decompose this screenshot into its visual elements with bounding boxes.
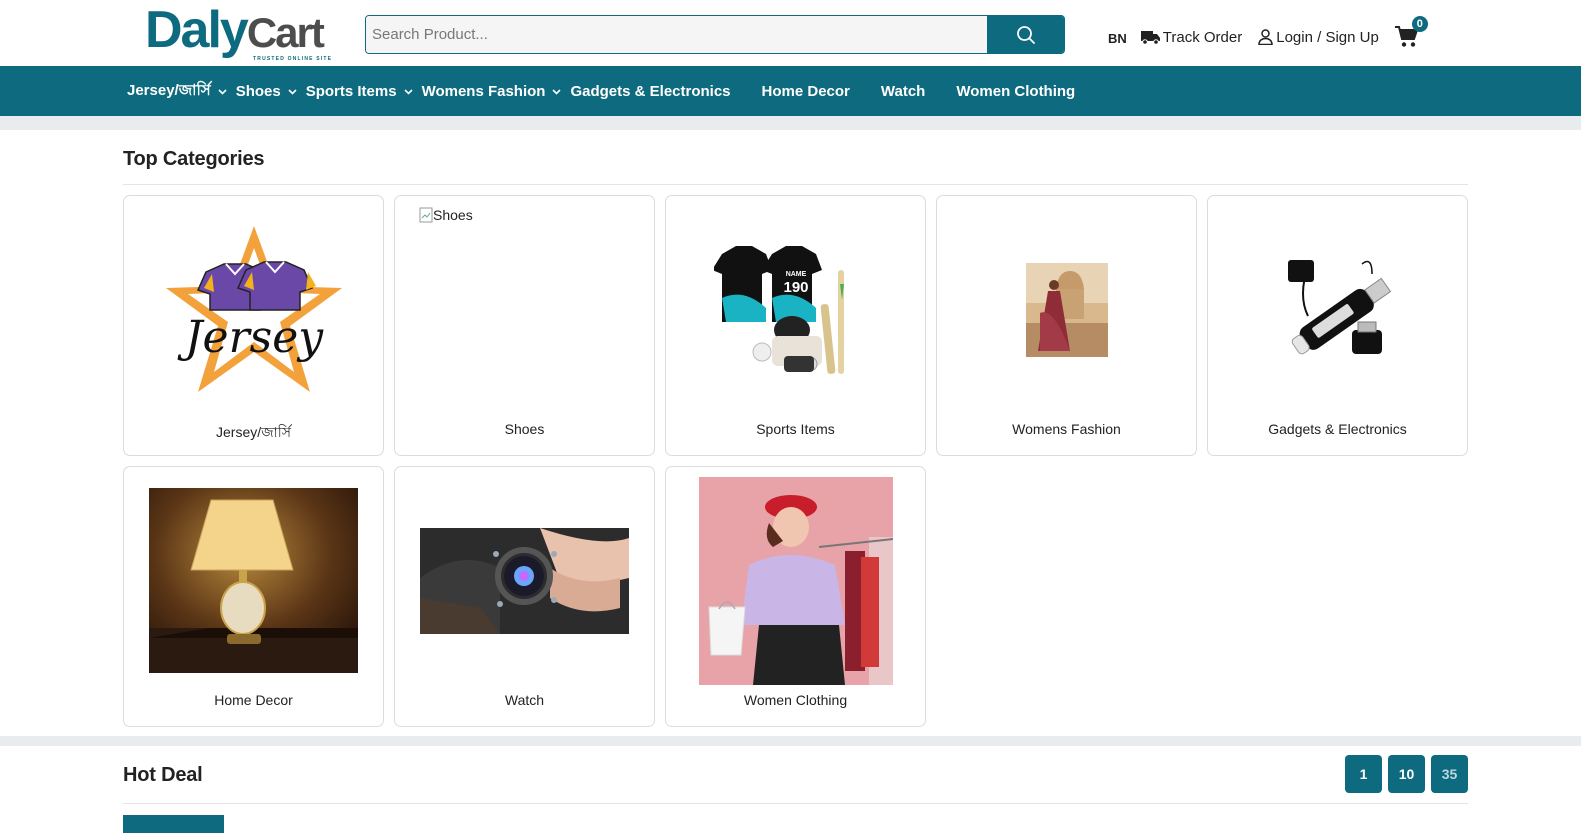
brand-logo[interactable]: DalyCart TRUSTED ONLINE SITE bbox=[145, 1, 345, 62]
nav-item-womens-fashion[interactable]: Womens Fashion bbox=[422, 83, 562, 100]
chevron-down-icon bbox=[552, 89, 562, 95]
gadgets-electronics-image bbox=[1288, 260, 1392, 355]
category-label: Womens Fashion bbox=[1012, 421, 1121, 437]
truck-icon bbox=[1140, 31, 1160, 45]
home-decor-image bbox=[149, 488, 358, 673]
page-button-1[interactable]: 1 bbox=[1345, 755, 1382, 793]
category-label: Shoes bbox=[504, 421, 545, 437]
svg-text:190: 190 bbox=[783, 279, 808, 296]
main-nav: Jersey/জার্সি Shoes Sports Items Womens … bbox=[0, 66, 1581, 116]
nav-item-label: Home Decor bbox=[761, 82, 850, 100]
search-bar bbox=[365, 15, 1065, 54]
nav-item-women-clothing[interactable]: Women Clothing bbox=[956, 83, 1075, 100]
logo-tagline: TRUSTED ONLINE SITE bbox=[253, 56, 333, 62]
nav-item-home-decor[interactable]: Home Decor bbox=[762, 83, 850, 100]
section-divider-band bbox=[0, 116, 1581, 130]
category-card-gadgets-electronics[interactable]: Gadgets & Electronics bbox=[1207, 195, 1468, 456]
nav-item-label: Women Clothing bbox=[956, 82, 1076, 100]
cart-button[interactable]: 0 bbox=[1394, 16, 1428, 51]
nav-item-label: Womens Fashion bbox=[421, 82, 546, 100]
nav-item-label: Sports Items bbox=[305, 82, 397, 100]
category-card-home-decor[interactable]: Home Decor bbox=[123, 466, 384, 727]
nav-item-label: Shoes bbox=[235, 82, 281, 100]
search-input[interactable] bbox=[366, 16, 987, 53]
category-label: Home Decor bbox=[214, 692, 293, 708]
page-button-35[interactable]: 35 bbox=[1431, 755, 1468, 793]
title-rule bbox=[123, 184, 1468, 185]
watch-image bbox=[420, 528, 629, 634]
track-order-label: Track Order bbox=[1162, 28, 1243, 46]
logo-wordmark: DalyCart bbox=[145, 1, 325, 59]
login-link[interactable]: Login / Sign Up bbox=[1258, 29, 1379, 46]
svg-text:Jersey: Jersey bbox=[177, 312, 324, 363]
nav-item-label: Watch bbox=[880, 82, 926, 100]
chevron-down-icon bbox=[218, 89, 227, 95]
search-button[interactable] bbox=[987, 16, 1064, 53]
category-card-sports-items[interactable]: NAME 190 Sports Items bbox=[665, 195, 926, 456]
broken-image-icon bbox=[419, 207, 433, 223]
svg-text:NAME: NAME bbox=[786, 271, 807, 278]
nav-item-gadgets-electronics[interactable]: Gadgets & Electronics bbox=[570, 83, 730, 100]
nav-item-label: Gadgets & Electronics bbox=[570, 82, 731, 100]
track-order-link[interactable]: Track Order bbox=[1140, 28, 1243, 46]
search-icon bbox=[1016, 25, 1035, 44]
hot-deal-tab-indicator bbox=[123, 815, 224, 833]
women-clothing-image bbox=[699, 477, 893, 685]
site-header: DalyCart TRUSTED ONLINE SITE BN Track Or… bbox=[0, 0, 1581, 66]
category-label: Women Clothing bbox=[743, 692, 848, 708]
category-label: Gadgets & Electronics bbox=[1268, 421, 1407, 437]
header-actions: BN Track Order Login / Sign Up 0 bbox=[1108, 16, 1428, 52]
category-card-shoes[interactable]: Shoes Shoes bbox=[394, 195, 655, 456]
nav-item-sports-items[interactable]: Sports Items bbox=[306, 83, 413, 100]
chevron-down-icon bbox=[403, 89, 413, 95]
category-label: Sports Items bbox=[756, 421, 835, 437]
womens-fashion-image bbox=[1026, 263, 1108, 357]
category-card-womens-fashion[interactable]: Womens Fashion bbox=[936, 195, 1197, 456]
jersey-category-image: Jersey bbox=[166, 226, 342, 392]
user-icon bbox=[1258, 29, 1273, 45]
category-label: Jersey/জার্সি bbox=[216, 424, 291, 440]
nav-item-jersey[interactable]: Jersey/জার্সি bbox=[127, 79, 227, 104]
broken-image-placeholder: Shoes bbox=[419, 207, 473, 223]
nav-item-watch[interactable]: Watch bbox=[881, 83, 925, 100]
broken-image-alt-text: Shoes bbox=[433, 207, 473, 223]
top-categories-title: Top Categories bbox=[123, 148, 265, 170]
category-card-jersey[interactable]: Jersey Jersey/জার্সি bbox=[123, 195, 384, 456]
chevron-down-icon bbox=[288, 89, 297, 95]
hot-deal-title: Hot Deal bbox=[123, 764, 203, 786]
nav-item-label: Jersey/জার্সি bbox=[127, 81, 211, 99]
title-rule bbox=[123, 803, 1468, 804]
section-divider-band bbox=[0, 736, 1581, 746]
nav-item-shoes[interactable]: Shoes bbox=[236, 83, 297, 100]
category-label: Watch bbox=[504, 692, 545, 708]
cart-count-badge: 0 bbox=[1411, 16, 1428, 32]
hot-deal-pagination: 1 10 35 bbox=[1345, 755, 1468, 793]
category-card-watch[interactable]: Watch bbox=[394, 466, 655, 727]
sports-items-image: NAME 190 bbox=[714, 246, 844, 374]
page-button-10[interactable]: 10 bbox=[1388, 755, 1425, 793]
login-label: Login / Sign Up bbox=[1276, 28, 1379, 46]
nav-list: Jersey/জার্সি Shoes Sports Items Womens … bbox=[127, 66, 1075, 116]
language-toggle[interactable]: BN bbox=[1108, 31, 1127, 46]
category-card-women-clothing[interactable]: Women Clothing bbox=[665, 466, 926, 727]
